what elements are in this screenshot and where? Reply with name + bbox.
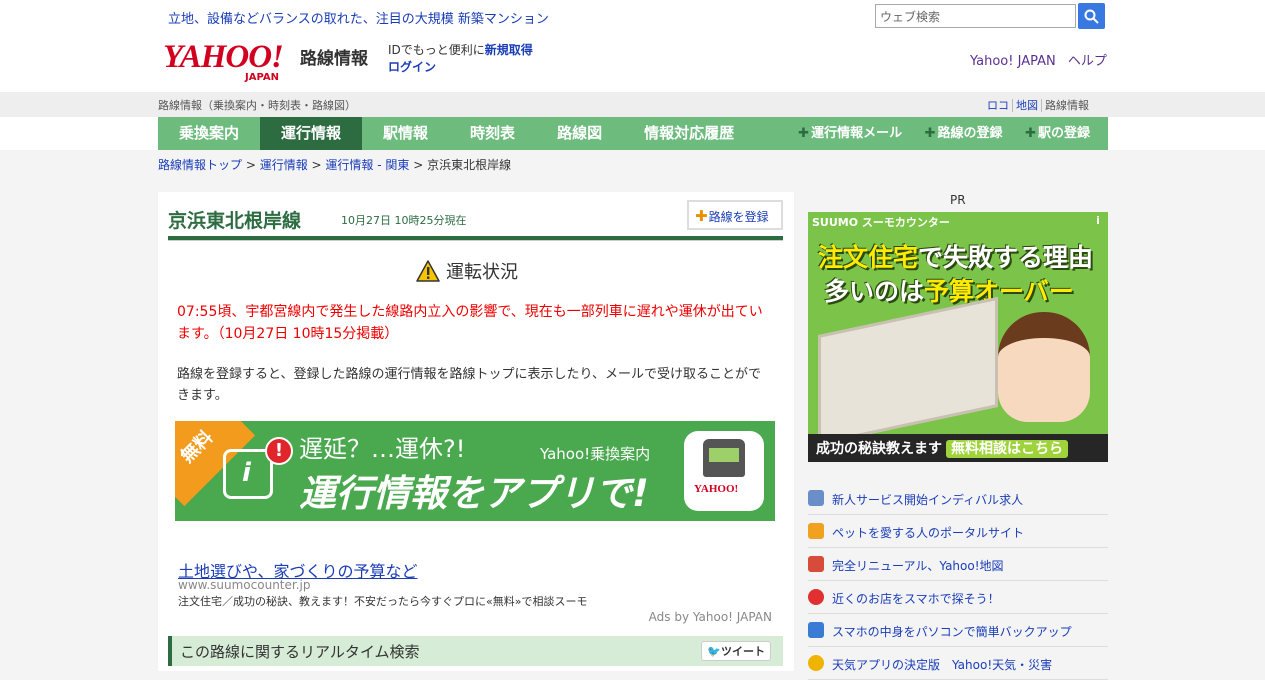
search-icon [1084,9,1099,24]
app-icon: YAHOO! [684,431,764,511]
service-description: 路線情報（乗換案内・時刻表・路線図） [158,99,356,112]
side-link[interactable]: 完全リニューアル、Yahoo!地図 [808,548,1108,581]
banner-app-name: Yahoo!乗換案内 [540,445,651,463]
twitter-icon: 🐦 [707,645,721,658]
map-link[interactable]: 地図 [1016,99,1038,112]
id-promo: IDでもっと便利に新規取得 ログイン [388,42,533,76]
map-icon [808,556,824,572]
id-text: IDでもっと便利に [388,43,485,57]
register-info: 路線を登録すると、登録した路線の運行情報を路線トップに表示したり、メールで受け取… [177,367,761,403]
pin-icon [808,589,824,605]
yahoo-logo[interactable]: YAHOO! JAPAN [163,40,303,84]
side-links: 新人サービス開始インディバル求人 ペットを愛する人のポータルサイト 完全リニュー… [808,482,1108,680]
breadcrumb-kanto[interactable]: 運行情報 - 関東 [325,158,409,172]
warning-icon [416,260,440,282]
app-banner[interactable]: 無料 i ! 遅延？…運休?! 運行情報をアプリで! Yahoo!乗換案内 YA… [175,421,775,521]
weather-icon [808,655,824,671]
ad-footer: 成功の秘訣教えます 無料相談はこちら [808,434,1108,462]
logo-text: YAHOO! [163,39,284,75]
sync-icon [808,622,824,638]
ad-info-icon[interactable]: i [1091,214,1105,228]
person-illustration [998,312,1090,422]
house-illustration [818,296,998,446]
breadcrumb-top[interactable]: 路線情報トップ [158,158,242,172]
search-button[interactable] [1078,3,1105,29]
ad-headline-2: 多いのは予算オーバー [824,277,1074,306]
suumo-ad[interactable]: SUUMO スーモカウンター i 注文住宅で失敗する理由 多いのは予算オーバー … [808,212,1108,462]
ad-brand: SUUMO スーモカウンター [812,216,950,229]
nav-operation[interactable]: 運行情報 [260,117,363,150]
doc-icon [808,490,824,506]
plus-icon: ✚ [924,126,936,141]
ad-text: 注文住宅／成功の秘訣、教えます！不安だったら今すぐプロに«無料»で相談スーモ [178,595,588,608]
register-route-button[interactable]: ✚路線を登録 [687,200,783,230]
pr-label: PR [950,193,966,207]
sub-bar: 路線情報（乗換案内・時刻表・路線図） ロコ 地図 路線情報 [0,92,1265,117]
side-link[interactable]: 天気アプリの決定版 Yahoo!天気・災害 [808,647,1108,680]
service-switcher: ロコ 地図 路線情報 [984,97,1092,113]
plus-icon: ✚ [695,207,708,225]
update-time: 10月27日 10時25分現在 [341,214,467,227]
alert-icon: ! [265,437,293,465]
banner-line2: 運行情報をアプリで! [299,472,649,515]
breadcrumb-current: 京浜東北根岸線 [427,158,512,172]
yahoo-japan-link[interactable]: Yahoo! JAPAN [970,54,1056,69]
tweet-button[interactable]: 🐦ツイート [701,641,771,661]
ads-by-label[interactable]: Ads by Yahoo! JAPAN [649,610,772,624]
ad-url: www.suumocounter.jp [178,578,311,592]
plus-icon: ✚ [798,126,810,141]
top-ad-bar: 立地、設備などバランスの取れた、注目の大規模 新築マンション ウェブ検索 [0,0,1265,32]
app-icon-label: YAHOO! [694,483,739,495]
help-link[interactable]: ヘルプ [1068,54,1107,69]
nav-history[interactable]: 情報対応履歴 [623,117,755,150]
nav-transfer[interactable]: 乗換案内 [158,117,260,150]
nav-mail[interactable]: ✚ 運行情報メール [798,126,902,141]
main-nav: 乗換案内 運行情報 駅情報 時刻表 路線図 情報対応履歴 ✚ 運行情報メール ✚ 路… [158,117,1108,150]
login-link[interactable]: ログイン [388,60,436,74]
main-content: 京浜東北根岸線 10月27日 10時25分現在 ✚路線を登録 運転状況 07:5… [158,192,794,671]
signup-link[interactable]: 新規取得 [485,43,533,57]
breadcrumb: 路線情報トップ > 運行情報 > 運行情報 - 関東 > 京浜東北根岸線 [158,158,512,172]
realtime-search-heading: この路線に関するリアルタイム検索 🐦ツイート [168,636,783,666]
search-input[interactable]: ウェブ検索 [875,4,1076,28]
alert-message: 07:55頃、宇都宮線内で発生した線路内立入の影響で、現在も一部列車に遅れや運休… [177,304,763,342]
nav-timetable[interactable]: 時刻表 [449,117,536,150]
ad-headline-1: 注文住宅で失敗する理由 [818,243,1094,272]
side-link[interactable]: スマホの中身をパソコンで簡単バックアップ [808,614,1108,647]
side-link[interactable]: 近くのお店をスマホで探そう！ [808,581,1108,614]
line-title: 京浜東北根岸線 [168,210,302,232]
side-link[interactable]: 新人サービス開始インディバル求人 [808,482,1108,515]
nav-register-station[interactable]: ✚ 駅の登録 [1025,126,1090,141]
service-name: 路線情報 [300,49,368,69]
nav-register-route[interactable]: ✚ 路線の登録 [925,126,1003,141]
logo-sub: JAPAN [245,72,279,83]
paw-icon [808,523,824,539]
header-links: Yahoo! JAPAN ヘルプ [970,50,1115,69]
train-icon [703,439,745,477]
side-link[interactable]: ペットを愛する人のポータルサイト [808,515,1108,548]
ad-cta-button[interactable]: 無料相談はこちら [946,440,1068,458]
plus-icon: ✚ [1025,126,1036,141]
loco-link[interactable]: ロコ [987,99,1009,112]
banner-line1: 遅延？…運休?! [299,435,466,463]
breadcrumb-operation[interactable]: 運行情報 [260,158,308,172]
top-ad-link[interactable]: 立地、設備などバランスの取れた、注目の大規模 新築マンション [168,8,549,27]
header: YAHOO! JAPAN 路線情報 IDでもっと便利に新規取得 ログイン Yah… [0,32,1265,92]
nav-station[interactable]: 駅情報 [362,117,449,150]
route-info-current: 路線情報 [1041,99,1092,112]
nav-route-map[interactable]: 路線図 [536,117,623,150]
status-heading: 運転状況 [416,258,518,284]
